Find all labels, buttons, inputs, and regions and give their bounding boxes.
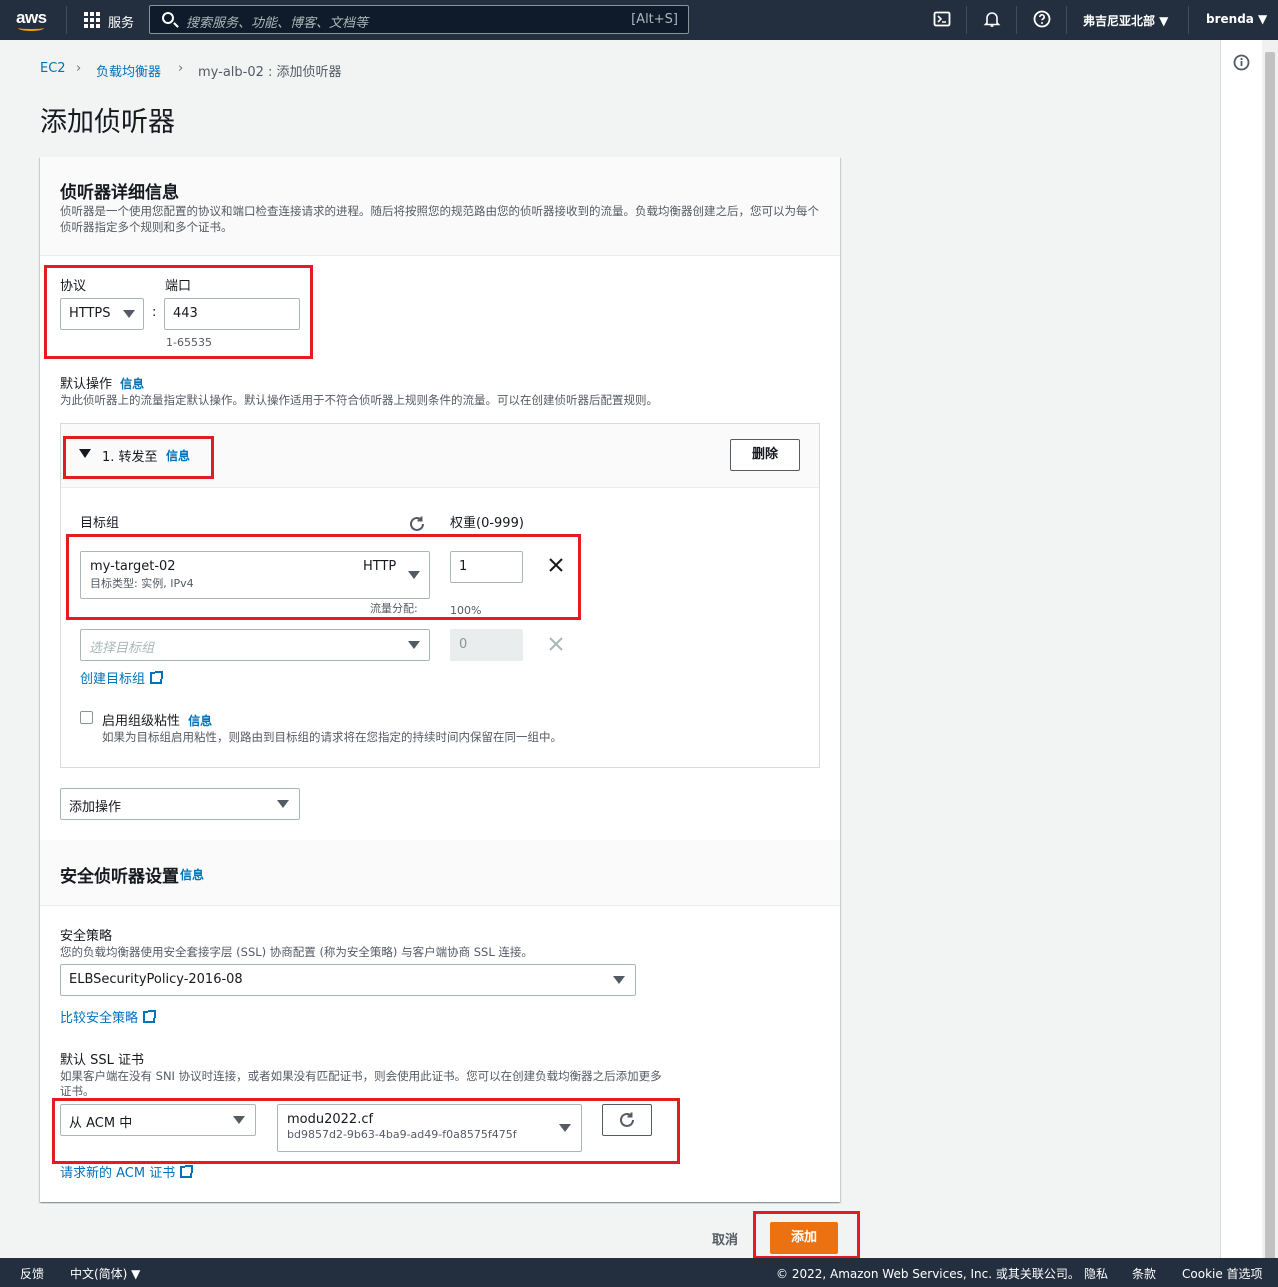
target-group-placeholder: 选择目标组 xyxy=(89,641,155,656)
panel-title: 侦听器详细信息 xyxy=(60,183,179,203)
chevron-right-icon: › xyxy=(178,61,184,76)
compare-policies-link[interactable]: 比较安全策略 xyxy=(60,1007,157,1026)
default-action-label: 默认操作 信息 xyxy=(60,373,144,392)
stickiness-checkbox[interactable] xyxy=(80,711,93,724)
highlight-protocol-port xyxy=(44,265,313,359)
privacy-link[interactable]: 隐私 xyxy=(1084,1265,1108,1282)
add-action-label: 添加操作 xyxy=(69,800,122,815)
ssl-cert-description-2: 证书。 xyxy=(60,1084,95,1098)
external-link-icon xyxy=(180,1165,194,1178)
info-link[interactable]: 信息 xyxy=(120,377,144,391)
search-input[interactable]: 搜索服务、功能、博客、文档等 [Alt+S] xyxy=(149,5,689,34)
search-shortcut: [Alt+S] xyxy=(631,12,678,27)
target-group-select-2[interactable]: 选择目标组 xyxy=(80,629,430,661)
page-title: 添加侦听器 xyxy=(40,107,175,138)
services-grid-icon[interactable] xyxy=(84,12,100,28)
info-link[interactable]: 信息 xyxy=(180,866,204,883)
compare-policies-text: 比较安全策略 xyxy=(60,1011,139,1026)
help-icon[interactable] xyxy=(1032,10,1052,30)
default-action-text: 默认操作 xyxy=(60,377,113,392)
security-policy-description: 您的负载均衡器使用安全套接字层 (SSL) 协商配置 (称为安全策略) 与客户端… xyxy=(60,945,533,959)
aws-logo-smile xyxy=(18,25,44,31)
create-target-group-text: 创建目标组 xyxy=(80,672,146,687)
divider xyxy=(1016,6,1017,34)
panel-title: 安全侦听器设置 xyxy=(60,867,179,887)
divider xyxy=(66,6,67,34)
bell-icon[interactable] xyxy=(982,10,1002,30)
target-group-label: 目标组 xyxy=(80,516,120,531)
chevron-right-icon: › xyxy=(76,61,82,76)
security-policy-label: 安全策略 xyxy=(60,929,113,944)
breadcrumb-ec2[interactable]: EC2 xyxy=(40,61,66,76)
cloudshell-icon[interactable] xyxy=(932,10,952,30)
stickiness-label: 启用组级粘性 xyxy=(102,714,181,729)
caret-down-icon xyxy=(277,800,289,808)
search-icon xyxy=(162,12,174,24)
copyright: © 2022, Amazon Web Services, Inc. 或其关联公司… xyxy=(776,1267,1080,1281)
listener-details-panel: 侦听器详细信息 侦听器是一个使用您配置的协议和端口检查连接请求的进程。随后将按照… xyxy=(40,157,840,840)
ssl-cert-label: 默认 SSL 证书 xyxy=(60,1053,145,1068)
region-selector[interactable]: 弗吉尼亚北部 ▼ xyxy=(1083,12,1168,29)
stickiness-label-row: 启用组级粘性 信息 xyxy=(102,710,212,729)
feedback-link[interactable]: 反馈 xyxy=(20,1265,44,1282)
breadcrumb-load-balancers[interactable]: 负载均衡器 xyxy=(96,61,161,80)
divider xyxy=(1066,6,1067,34)
request-certificate-text: 请求新的 ACM 证书 xyxy=(60,1166,176,1181)
cancel-button[interactable]: 取消 xyxy=(712,1229,738,1248)
panel-header: 安全侦听器设置 信息 xyxy=(40,840,840,906)
info-link[interactable]: 信息 xyxy=(188,714,212,728)
caret-down-icon xyxy=(408,641,420,649)
request-certificate-link[interactable]: 请求新的 ACM 证书 xyxy=(60,1162,194,1181)
services-menu[interactable]: 服务 xyxy=(108,12,134,31)
panel-header: 侦听器详细信息 侦听器是一个使用您配置的协议和端口检查连接请求的进程。随后将按照… xyxy=(40,157,840,256)
security-policy-value: ELBSecurityPolicy-2016-08 xyxy=(69,972,243,987)
default-action-description: 为此侦听器上的流量指定默认操作。默认操作适用于不符合侦听器上规则条件的流量。可以… xyxy=(60,393,658,407)
weight-label: 权重(0-999) xyxy=(450,516,524,531)
panel-description: 侦听器是一个使用您配置的协议和端口检查连接请求的进程。随后将按照您的规范路由您的… xyxy=(60,204,819,234)
create-target-group-link[interactable]: 创建目标组 xyxy=(80,668,164,687)
scrollbar[interactable] xyxy=(1262,40,1278,1264)
divider xyxy=(966,6,967,34)
info-icon[interactable] xyxy=(1233,54,1250,75)
search-placeholder: 搜索服务、功能、博客、文档等 xyxy=(186,16,369,31)
remove-target-icon xyxy=(548,636,564,656)
delete-button[interactable]: 删除 xyxy=(730,439,800,471)
add-action-select[interactable]: 添加操作 xyxy=(60,788,300,820)
cookie-preferences-link[interactable]: Cookie 首选项 xyxy=(1182,1265,1263,1282)
external-link-icon xyxy=(150,671,164,684)
tools-panel-rail xyxy=(1220,40,1262,1258)
ssl-cert-description: 如果客户端在没有 SNI 协议时连接，或者如果没有匹配证书，则会使用此证书。您可… xyxy=(60,1069,662,1083)
breadcrumb-current: my-alb-02 : 添加侦听器 xyxy=(198,65,342,80)
footer: 反馈 中文(简体) ▼ © 2022, Amazon Web Services,… xyxy=(0,1258,1278,1287)
highlight-add-button xyxy=(753,1211,860,1259)
language-selector[interactable]: 中文(简体) ▼ xyxy=(70,1265,140,1282)
user-menu[interactable]: brenda ▼ xyxy=(1206,12,1267,26)
highlight-certificate xyxy=(52,1098,680,1164)
weight-input-2: 0 xyxy=(450,629,523,661)
scrollbar-thumb[interactable] xyxy=(1265,52,1275,1264)
security-policy-select[interactable]: ELBSecurityPolicy-2016-08 xyxy=(60,964,636,996)
stickiness-description: 如果为目标组启用粘性，则路由到目标组的请求将在您指定的持续时间内保留在同一组中。 xyxy=(102,730,562,744)
caret-down-icon xyxy=(613,976,625,984)
external-link-icon xyxy=(143,1010,157,1023)
top-navigation: aws 服务 搜索服务、功能、博客、文档等 [Alt+S] 弗吉尼亚北部 ▼ b… xyxy=(0,0,1278,40)
terms-link[interactable]: 条款 xyxy=(1132,1265,1156,1282)
highlight-target-group xyxy=(66,534,581,620)
highlight-forward-action xyxy=(63,436,214,479)
divider xyxy=(1188,6,1189,34)
